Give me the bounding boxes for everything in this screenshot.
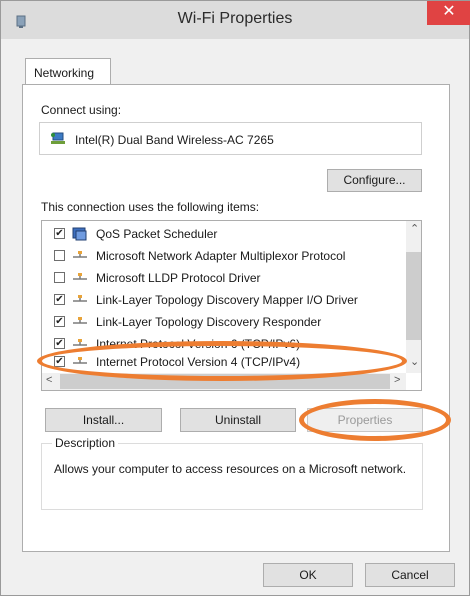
configure-button[interactable]: Configure... xyxy=(327,169,422,192)
list-item[interactable]: Microsoft Network Adapter Multiplexor Pr… xyxy=(54,246,414,268)
adapter-box: Intel(R) Dual Band Wireless-AC 7265 xyxy=(39,122,422,155)
scroll-left-icon[interactable]: < xyxy=(46,374,52,386)
qos-scheduler-icon xyxy=(72,227,87,241)
window-title: Wi-Fi Properties xyxy=(177,10,293,27)
item-checkbox[interactable]: ✔ xyxy=(54,228,65,239)
description-legend: Description xyxy=(52,436,119,450)
description-group: Description Allows your computer to acce… xyxy=(41,436,423,510)
item-label: Microsoft LLDP Protocol Driver xyxy=(96,271,261,285)
tab-networking[interactable]: Networking xyxy=(25,58,111,85)
adapter-name: Intel(R) Dual Band Wireless-AC 7265 xyxy=(75,133,274,147)
cancel-button[interactable]: Cancel xyxy=(365,563,455,587)
protocol-icon xyxy=(73,317,87,324)
item-label: QoS Packet Scheduler xyxy=(96,227,218,241)
scroll-down-icon[interactable]: ⌄ xyxy=(410,355,419,368)
ok-button[interactable]: OK xyxy=(263,563,353,587)
highlight-oval-ipv4 xyxy=(37,341,407,381)
list-item[interactable]: ✔ QoS Packet Scheduler xyxy=(54,224,414,246)
list-item[interactable]: ✔ Link-Layer Topology Discovery Mapper I… xyxy=(54,290,414,312)
connect-using-label: Connect using: xyxy=(41,103,122,117)
protocol-icon xyxy=(73,295,87,302)
protocol-icon xyxy=(73,251,87,258)
item-checkbox[interactable]: ✔ xyxy=(54,294,65,305)
list-item[interactable]: ✔ Link-Layer Topology Discovery Responde… xyxy=(54,312,414,334)
item-label: Link-Layer Topology Discovery Responder xyxy=(96,315,322,329)
items-label: This connection uses the following items… xyxy=(41,200,260,214)
wifi-properties-dialog: Wi-Fi Properties ✕ Networking Connect us… xyxy=(0,0,470,596)
scroll-up-icon[interactable]: ⌃ xyxy=(410,222,419,235)
protocol-icon xyxy=(73,273,87,280)
install-button[interactable]: Install... xyxy=(45,408,162,432)
item-checkbox[interactable]: ✔ xyxy=(54,338,65,349)
list-item[interactable]: Microsoft LLDP Protocol Driver xyxy=(54,268,414,290)
title-bar[interactable]: Wi-Fi Properties ✕ xyxy=(1,1,470,39)
scroll-right-icon[interactable]: > xyxy=(394,374,400,386)
item-checkbox[interactable] xyxy=(54,250,65,261)
item-label: Microsoft Network Adapter Multiplexor Pr… xyxy=(96,249,346,263)
highlight-oval-properties xyxy=(299,399,451,441)
item-checkbox[interactable]: ✔ xyxy=(54,316,65,327)
uninstall-button[interactable]: Uninstall xyxy=(180,408,296,432)
item-label: Link-Layer Topology Discovery Mapper I/O… xyxy=(96,293,358,307)
close-button[interactable]: ✕ xyxy=(427,1,470,25)
vertical-scrollbar[interactable]: ⌃ ⌄ xyxy=(406,221,421,373)
item-checkbox[interactable] xyxy=(54,272,65,283)
vertical-scroll-thumb[interactable] xyxy=(406,252,421,340)
description-text: Allows your computer to access resources… xyxy=(54,462,407,476)
network-adapter-icon xyxy=(51,132,65,144)
